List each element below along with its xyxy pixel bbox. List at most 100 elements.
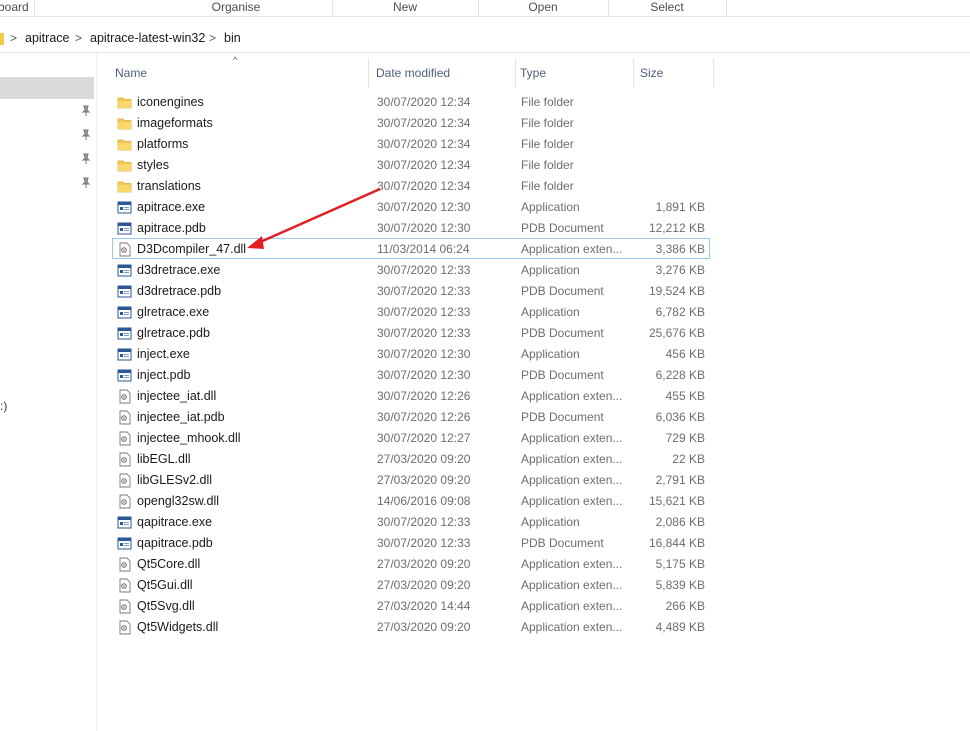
dll-file-icon [117, 473, 132, 488]
file-row[interactable]: apitrace.pdb 30/07/2020 12:30 PDB Document… [112, 217, 710, 238]
file-name: libEGL.dll [137, 452, 191, 466]
file-row[interactable]: Qt5Core.dll 27/03/2020 09:20 Application e… [112, 553, 710, 574]
file-type: Application exten... [521, 452, 623, 466]
column-header-date-modified[interactable]: Date modified [372, 58, 516, 88]
file-row[interactable]: inject.pdb 30/07/2020 12:30 PDB Document 6,… [112, 364, 710, 385]
file-row[interactable]: injectee_mhook.dll 30/07/2020 12:27 Applic… [112, 427, 710, 448]
file-name: qapitrace.pdb [137, 536, 213, 550]
application-icon [117, 200, 132, 215]
file-row[interactable]: Qt5Svg.dll 27/03/2020 14:44 Application ex… [112, 595, 710, 616]
file-size: 25,676 KB [648, 326, 705, 340]
file-row[interactable]: libGLESv2.dll 27/03/2020 09:20 Application… [112, 469, 710, 490]
column-header-name[interactable]: Name [111, 58, 369, 88]
ribbon-group-labels: board Organise New Open Select [0, 0, 970, 17]
file-row[interactable]: Qt5Widgets.dll 27/03/2020 09:20 Applicatio… [112, 616, 710, 637]
address-bar[interactable]: > apitrace > apitrace-latest-win32 > bin [0, 26, 970, 53]
file-name: injectee_mhook.dll [137, 431, 241, 445]
ribbon-group-select: Select [608, 0, 727, 16]
nav-drive-label[interactable]: :) [0, 399, 7, 413]
file-size: 22 KB [672, 452, 705, 466]
file-row[interactable]: qapitrace.exe 30/07/2020 12:33 Application… [112, 511, 710, 532]
ribbon-group-clipboard: board [0, 0, 35, 16]
breadcrumb-chevron-icon[interactable]: > [10, 31, 17, 45]
nav-selected-item[interactable] [0, 77, 94, 99]
file-type: File folder [521, 179, 574, 193]
file-type: Application exten... [521, 389, 623, 403]
file-name: injectee_iat.pdb [137, 410, 225, 424]
file-name: D3Dcompiler_47.dll [137, 242, 247, 256]
file-type: File folder [521, 137, 574, 151]
file-row[interactable]: d3dretrace.pdb 30/07/2020 12:33 PDB Docume… [112, 280, 710, 301]
file-row[interactable]: D3Dcompiler_47.dll 11/03/2014 06:24 Applic… [112, 238, 710, 259]
dll-file-icon [117, 389, 132, 404]
file-type: File folder [521, 158, 574, 172]
dll-file-icon [117, 242, 132, 257]
file-type: Application [521, 515, 580, 529]
file-date-modified: 27/03/2020 14:44 [377, 599, 471, 613]
file-size: 5,175 KB [655, 557, 705, 571]
file-row[interactable]: translations 30/07/2020 12:34 File folder [112, 175, 710, 196]
file-row[interactable]: iconengines 30/07/2020 12:34 File folder [112, 91, 710, 112]
file-row[interactable]: glretrace.pdb 30/07/2020 12:33 PDB Documen… [112, 322, 710, 343]
breadcrumb-apitrace-latest-win32[interactable]: apitrace-latest-win32 [90, 31, 205, 45]
dll-file-icon [117, 557, 132, 572]
file-row[interactable]: platforms 30/07/2020 12:34 File folder [112, 133, 710, 154]
file-date-modified: 30/07/2020 12:26 [377, 410, 471, 424]
file-row[interactable]: injectee_iat.pdb 30/07/2020 12:26 PDB Docu… [112, 406, 710, 427]
file-row[interactable]: glretrace.exe 30/07/2020 12:33 Application… [112, 301, 710, 322]
file-date-modified: 27/03/2020 09:20 [377, 620, 471, 634]
file-name: inject.exe [137, 347, 190, 361]
file-type: Application exten... [521, 578, 623, 592]
file-row[interactable]: opengl32sw.dll 14/06/2016 09:08 Applicatio… [112, 490, 710, 511]
file-name: glretrace.exe [137, 305, 210, 319]
application-icon [117, 347, 132, 362]
ribbon-group-organise: Organise [140, 0, 333, 16]
column-header-type[interactable]: Type [516, 58, 634, 88]
file-row[interactable]: apitrace.exe 30/07/2020 12:30 Application 1… [112, 196, 710, 217]
file-date-modified: 30/07/2020 12:33 [377, 536, 471, 550]
file-size: 729 KB [665, 431, 705, 445]
file-size: 3,276 KB [655, 263, 705, 277]
file-row[interactable]: imageformats 30/07/2020 12:34 File folder [112, 112, 710, 133]
file-type: Application exten... [521, 473, 623, 487]
file-size: 1,891 KB [655, 200, 705, 214]
file-type: Application exten... [521, 242, 623, 256]
file-row[interactable]: Qt5Gui.dll 27/03/2020 09:20 Application ex… [112, 574, 710, 595]
application-icon [117, 305, 132, 320]
file-type: File folder [521, 95, 574, 109]
file-row[interactable]: injectee_iat.dll 30/07/2020 12:26 Applicat… [112, 385, 710, 406]
pin-icon [80, 129, 92, 141]
file-name: d3dretrace.exe [137, 263, 221, 277]
breadcrumb-apitrace[interactable]: apitrace [25, 31, 69, 45]
breadcrumb-chevron-icon[interactable]: > [75, 31, 82, 45]
file-size: 455 KB [665, 389, 705, 403]
file-type: Application exten... [521, 557, 623, 571]
file-name: apitrace.pdb [137, 221, 206, 235]
dll-file-icon [117, 620, 132, 635]
breadcrumb-bin[interactable]: bin [224, 31, 241, 45]
column-headers: ^ Name Date modified Type Size [100, 55, 720, 88]
file-date-modified: 30/07/2020 12:33 [377, 326, 471, 340]
file-row[interactable]: inject.exe 30/07/2020 12:30 Application 456… [112, 343, 710, 364]
file-date-modified: 30/07/2020 12:33 [377, 263, 471, 277]
file-row[interactable]: libEGL.dll 27/03/2020 09:20 Application ex… [112, 448, 710, 469]
file-name: glretrace.pdb [137, 326, 210, 340]
column-header-size[interactable]: Size [636, 58, 714, 88]
file-name: imageformats [137, 116, 213, 130]
file-row[interactable]: qapitrace.pdb 30/07/2020 12:33 PDB Documen… [112, 532, 710, 553]
application-icon [117, 368, 132, 383]
file-type: Application [521, 263, 580, 277]
breadcrumb-chevron-icon[interactable]: > [209, 31, 216, 45]
file-size: 12,212 KB [648, 221, 705, 235]
file-date-modified: 30/07/2020 12:30 [377, 368, 471, 382]
file-date-modified: 27/03/2020 09:20 [377, 557, 471, 571]
file-name: platforms [137, 137, 189, 151]
navigation-pane[interactable]: :) [0, 53, 97, 731]
application-icon [117, 284, 132, 299]
folder-icon [117, 116, 132, 131]
dll-file-icon [117, 431, 132, 446]
file-date-modified: 27/03/2020 09:20 [377, 473, 471, 487]
file-row[interactable]: d3dretrace.exe 30/07/2020 12:33 Applicatio… [112, 259, 710, 280]
file-row[interactable]: styles 30/07/2020 12:34 File folder [112, 154, 710, 175]
file-date-modified: 11/03/2014 06:24 [377, 242, 470, 256]
